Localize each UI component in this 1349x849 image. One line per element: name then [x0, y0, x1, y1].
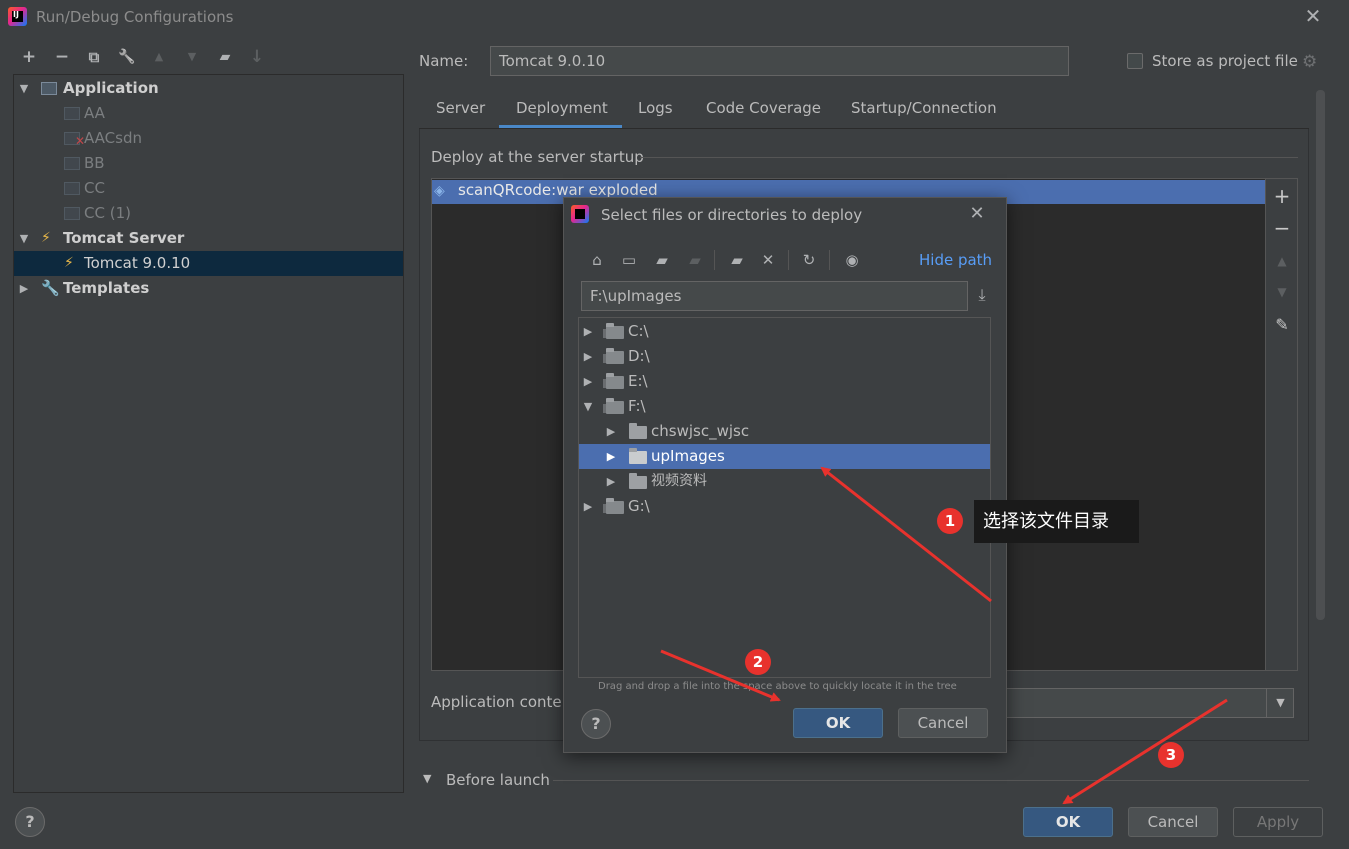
step-badge-2: 2: [745, 649, 771, 675]
arrow-1: [820, 466, 992, 603]
arrow-3: [1062, 698, 1228, 805]
step-badge-3: 3: [1158, 742, 1184, 768]
step-badge-1: 1: [937, 508, 963, 534]
annotation-arrows: [660, 466, 1228, 805]
annotation-callout: 选择该文件目录: [974, 500, 1139, 543]
